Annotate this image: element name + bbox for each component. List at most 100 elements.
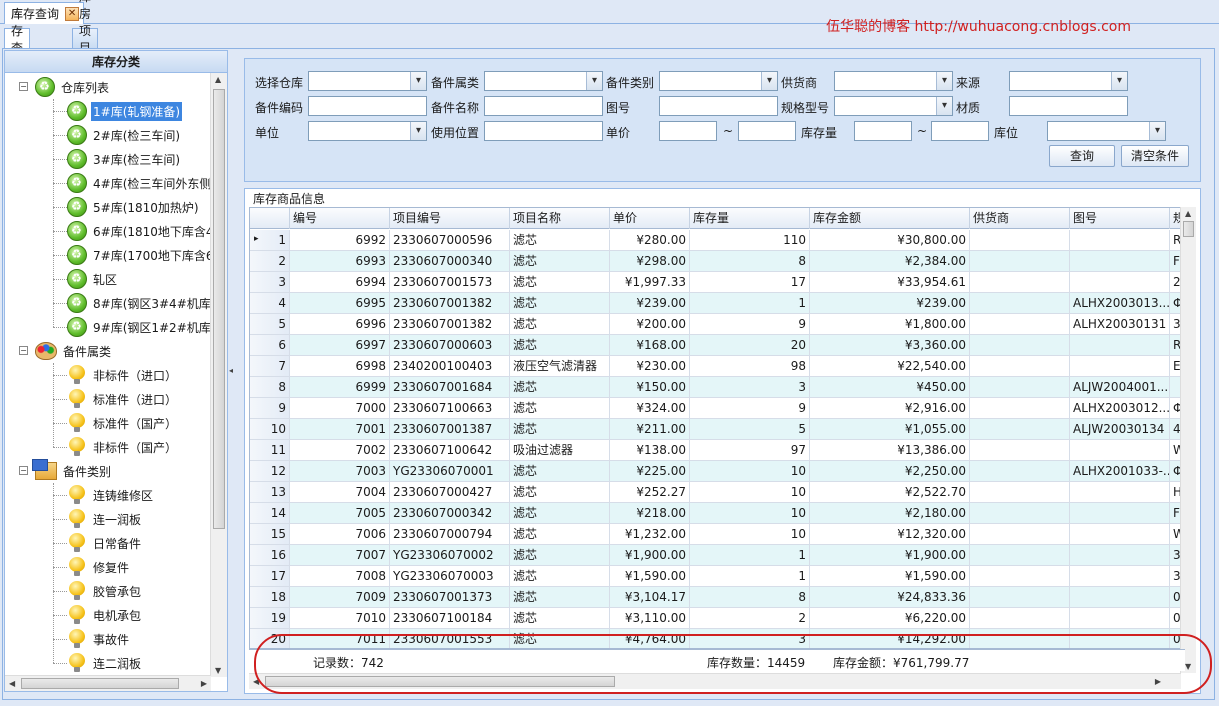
tree-item[interactable]: 标准件（国产） xyxy=(67,411,179,435)
tree-item[interactable]: 1#库(轧钢准备) xyxy=(67,99,183,123)
part-code-input[interactable] xyxy=(308,96,427,116)
column-header[interactable]: 编号 xyxy=(290,208,390,229)
table-row[interactable]: 15 7006 2330607000794 滤芯 ¥1,232.00 10 ¥12,320.… xyxy=(250,524,1184,545)
table-row[interactable]: 4 6995 2330607001382 滤芯 ¥239.00 1 ¥239.00 ALHX2… xyxy=(250,293,1184,314)
stock-max-input[interactable] xyxy=(931,121,989,141)
table-row[interactable]: 9 7000 2330607100663 滤芯 ¥324.00 9 ¥2,916.00 ALH… xyxy=(250,398,1184,419)
part-class-select[interactable] xyxy=(484,71,603,91)
table-row[interactable]: 8 6999 2330607001684 滤芯 ¥150.00 3 ¥450.00 ALJW2… xyxy=(250,377,1184,398)
grid-scroll-thumb[interactable] xyxy=(1183,221,1194,237)
table-row[interactable]: 19 7010 2330607100184 滤芯 ¥3,110.00 2 ¥6,220.00… xyxy=(250,608,1184,629)
table-row[interactable]: 16 7007 YG23306070002 滤芯 ¥1,900.00 1 ¥1,900.00… xyxy=(250,545,1184,566)
scroll-up-icon[interactable]: ▲ xyxy=(1185,209,1191,218)
part-name-input[interactable] xyxy=(484,96,603,116)
table-row[interactable]: 17 7008 YG23306070003 滤芯 ¥1,590.00 1 ¥1,590.00… xyxy=(250,566,1184,587)
price-max-input[interactable] xyxy=(738,121,796,141)
column-header[interactable]: 项目名称 xyxy=(510,208,610,229)
table-row[interactable]: 6 6997 2330607000603 滤芯 ¥168.00 20 ¥3,360.00 RI xyxy=(250,335,1184,356)
table-row[interactable]: 1 6992 2330607000596 滤芯 ¥280.00 110 ¥30,800.00… xyxy=(250,230,1184,251)
tree-horizontal-scrollbar[interactable]: ◀ ▶ xyxy=(5,675,211,691)
drawing-no-input[interactable] xyxy=(659,96,778,116)
collapse-toggle-icon[interactable]: − xyxy=(19,82,28,91)
tree-item[interactable]: 电机承包 xyxy=(67,603,143,627)
tab-inventory-query[interactable]: 库存查询 xyxy=(4,7,31,72)
tree-item[interactable]: 轧区 xyxy=(67,267,119,291)
tree-item[interactable]: 非标件（进口） xyxy=(67,363,179,387)
supplier-select[interactable] xyxy=(834,71,953,91)
scroll-down-icon[interactable]: ▼ xyxy=(1185,662,1191,671)
tree-item[interactable]: 9#库(钢区1#2#机库 xyxy=(67,315,211,339)
tree-item[interactable]: 标准件（进口） xyxy=(67,387,179,411)
column-header[interactable]: 项目编号 xyxy=(390,208,510,229)
tree-vertical-scrollbar[interactable]: ▲ ▼ xyxy=(210,73,227,677)
tree-group-0[interactable]: 仓库列表 xyxy=(35,75,111,99)
table-row[interactable]: 13 7004 2330607000427 滤芯 ¥252.27 10 ¥2,522.70 H xyxy=(250,482,1184,503)
bin-location-select[interactable] xyxy=(1047,121,1166,141)
grid-horizontal-scrollbar[interactable]: ◀ ▶ xyxy=(249,673,1181,689)
warehouse-select[interactable] xyxy=(308,71,427,91)
tree-item[interactable]: 2#库(检三车间) xyxy=(67,123,182,147)
source-select[interactable] xyxy=(1009,71,1128,91)
table-row[interactable]: 12 7003 YG23306070001 滤芯 ¥225.00 10 ¥2,250.00 A… xyxy=(250,461,1184,482)
column-header[interactable]: 单价 xyxy=(610,208,690,229)
scroll-right-icon[interactable]: ▶ xyxy=(1155,677,1161,686)
tree-item[interactable]: 4#库(检三车间外东侧 xyxy=(67,171,211,195)
tree-item[interactable]: 事故件 xyxy=(67,627,131,651)
panel-splitter[interactable]: ◂ xyxy=(229,50,235,692)
table-row[interactable]: 20 7011 2330607001553 滤芯 ¥4,764.00 3 ¥14,292.0… xyxy=(250,629,1184,648)
tree-item[interactable]: 胶管承包 xyxy=(67,579,143,603)
tab-warehouse-item-detail[interactable]: 库房项目明细 xyxy=(72,0,99,89)
tree-item[interactable]: 连一润板 xyxy=(67,507,143,531)
tree-item[interactable]: 7#库(1700地下库含6 xyxy=(67,243,211,267)
table-row[interactable]: 11 7002 2330607100642 吸油过滤器 ¥138.00 97 ¥13,386… xyxy=(250,440,1184,461)
tree-group-2[interactable]: 备件类别 xyxy=(32,459,113,483)
clear-conditions-button[interactable]: 清空条件 xyxy=(1121,145,1189,167)
table-row[interactable]: 10 7001 2330607001387 滤芯 ¥211.00 5 ¥1,055.00 AL… xyxy=(250,419,1184,440)
usage-location-input[interactable] xyxy=(484,121,603,141)
close-icon[interactable]: ✕ xyxy=(65,6,80,21)
scroll-left-icon[interactable]: ◀ xyxy=(9,679,15,688)
tree-item[interactable]: 6#库(1810地下库含4 xyxy=(67,219,211,243)
table-row[interactable]: 3 6994 2330607001573 滤芯 ¥1,997.33 17 ¥33,954.6… xyxy=(250,272,1184,293)
material-input[interactable] xyxy=(1009,96,1128,116)
search-button[interactable]: 查询 xyxy=(1049,145,1115,167)
table-cell: 2 xyxy=(690,608,810,628)
tree-item[interactable]: 8#库(钢区3#4#机库 xyxy=(67,291,211,315)
scroll-left-icon[interactable]: ◀ xyxy=(253,677,259,686)
column-header[interactable]: 库存金额 xyxy=(810,208,970,229)
part-category-select[interactable] xyxy=(659,71,778,91)
price-min-input[interactable] xyxy=(659,121,717,141)
unit-select[interactable] xyxy=(308,121,427,141)
table-row[interactable]: 14 7005 2330607000342 滤芯 ¥218.00 10 ¥2,180.00 F… xyxy=(250,503,1184,524)
column-header[interactable]: 供货商 xyxy=(970,208,1070,229)
table-row[interactable]: 5 6996 2330607001382 滤芯 ¥200.00 9 ¥1,800.00 ALH… xyxy=(250,314,1184,335)
table-row[interactable]: 269932330607000340滤芯¥298.008¥2,384.00FN xyxy=(250,251,1184,272)
tree-group-1[interactable]: 备件属类 xyxy=(35,339,113,363)
tree-hscroll-thumb[interactable] xyxy=(21,678,179,689)
collapse-toggle-icon[interactable]: − xyxy=(19,346,28,355)
spec-model-select[interactable] xyxy=(834,96,953,116)
tree-item[interactable]: 连铸维修区 xyxy=(67,483,155,507)
table-cell: 6993 xyxy=(290,251,390,271)
stock-min-input[interactable] xyxy=(854,121,912,141)
tree-item[interactable]: 连二润板 xyxy=(67,651,143,675)
tree-item[interactable]: 5#库(1810加热炉) xyxy=(67,195,201,219)
column-header[interactable]: 图号 xyxy=(1070,208,1170,229)
scroll-right-icon[interactable]: ▶ xyxy=(201,679,207,688)
tree-item[interactable]: 日常备件 xyxy=(67,531,143,555)
grid-vertical-scrollbar[interactable]: ▲ ▼ xyxy=(1180,207,1196,673)
column-header[interactable]: 库存量 xyxy=(690,208,810,229)
grid-hscroll-thumb[interactable] xyxy=(265,676,615,687)
collapse-toggle-icon[interactable]: − xyxy=(19,466,28,475)
scroll-down-icon[interactable]: ▼ xyxy=(215,666,221,675)
tree-item[interactable]: 非标件（国产） xyxy=(67,435,179,459)
table-row[interactable]: 7 6998 2340200100403 液压空气滤清器 ¥230.00 98 ¥22,54… xyxy=(250,356,1184,377)
tree-item[interactable]: 3#库(检三车间) xyxy=(67,147,182,171)
table-cell: 97 xyxy=(690,440,810,460)
tree-item[interactable]: 修复件 xyxy=(67,555,131,579)
collapse-left-icon[interactable]: ◂ xyxy=(229,366,233,375)
scroll-up-icon[interactable]: ▲ xyxy=(215,75,221,84)
table-cell xyxy=(1070,272,1170,292)
tree-scroll-thumb[interactable] xyxy=(213,89,225,529)
table-row[interactable]: 18 7009 2330607001373 滤芯 ¥3,104.17 8 ¥24,833.3… xyxy=(250,587,1184,608)
